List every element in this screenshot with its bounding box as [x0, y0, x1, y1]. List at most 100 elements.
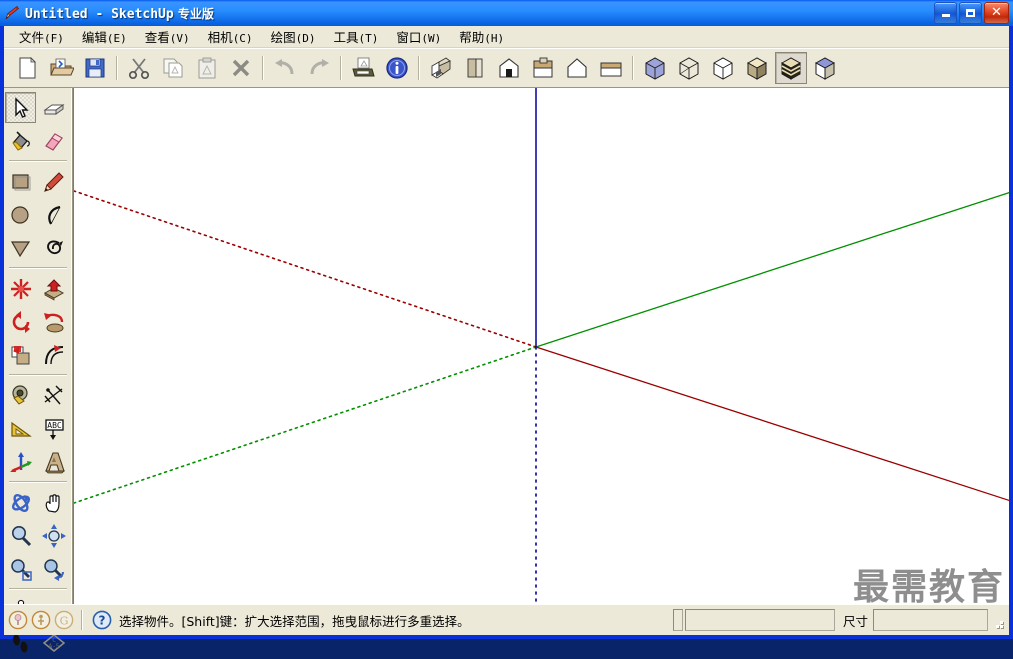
menu-bar: 文件(F) 编辑(E) 查看(V) 相机(C) 绘图(D) 工具(T) 窗口(W…	[4, 26, 1009, 48]
style-wireframe-button[interactable]	[673, 52, 705, 84]
line-tool-button[interactable]	[38, 166, 69, 197]
view-front-button[interactable]	[493, 52, 525, 84]
toolbar-separator	[9, 160, 67, 162]
paste-button[interactable]	[191, 52, 223, 84]
zoom-window-tool-button[interactable]	[5, 553, 36, 584]
save-button[interactable]	[79, 52, 111, 84]
svg-text:A-5: A-5	[48, 643, 59, 650]
offset-tool-button[interactable]	[38, 339, 69, 370]
svg-text:?: ?	[99, 614, 106, 628]
axes-tool-button[interactable]	[5, 446, 36, 477]
view-left-button[interactable]	[595, 52, 627, 84]
workspace: ABC C A-5 最需教育	[4, 88, 1009, 652]
follow-me-tool-button[interactable]	[38, 306, 69, 337]
menu-draw[interactable]: 绘图(D)	[262, 25, 325, 48]
zoom-tool-button[interactable]	[5, 520, 36, 551]
sketchup-pencil-icon	[4, 5, 20, 21]
orbit-tool-button[interactable]	[5, 487, 36, 518]
person-credits-icon[interactable]	[31, 610, 51, 630]
style-xray-button[interactable]	[639, 52, 671, 84]
style-textured-button[interactable]	[775, 51, 807, 84]
scale-tool-button[interactable]	[5, 339, 36, 370]
status-pane-1	[672, 609, 683, 631]
status-message: 选择物件。[Shift]键：扩大选择范围，拖曳鼠标进行多重选择。	[119, 613, 470, 629]
google-g-icon[interactable]: G	[54, 610, 74, 630]
window-title: Untitled - SketchUp 专业版	[25, 6, 214, 22]
window-controls: ✕	[934, 2, 1011, 24]
freehand-tool-button[interactable]	[38, 232, 69, 263]
arc-tool-button[interactable]	[38, 199, 69, 230]
pan-tool-button[interactable]	[38, 487, 69, 518]
svg-text:ABC: ABC	[47, 421, 62, 430]
protractor-tool-button[interactable]	[5, 413, 36, 444]
redo-button[interactable]	[303, 52, 335, 84]
red-axis-negative	[74, 190, 537, 348]
toolbar-separator	[9, 481, 67, 483]
maximize-button[interactable]	[959, 2, 982, 24]
model-viewport[interactable]: 最需教育	[74, 88, 1009, 604]
menu-edit[interactable]: 编辑(E)	[73, 25, 136, 48]
text-tool-button[interactable]: ABC	[38, 413, 69, 444]
new-document-button[interactable]	[11, 52, 43, 84]
copy-button[interactable]	[157, 52, 189, 84]
rotate-tool-button[interactable]	[5, 306, 36, 337]
dimension-tool-button[interactable]	[38, 380, 69, 411]
view-iso-button[interactable]	[425, 52, 457, 84]
menu-window[interactable]: 窗口(W)	[387, 25, 450, 48]
toolbar-separator	[418, 55, 420, 80]
green-axis-positive	[535, 191, 1009, 348]
resize-grip[interactable]	[991, 616, 1005, 630]
view-top-button[interactable]	[459, 52, 491, 84]
toolbar-separator	[632, 55, 634, 80]
model-info-button[interactable]	[381, 52, 413, 84]
status-separator	[81, 610, 83, 630]
move-tool-button[interactable]	[5, 273, 36, 304]
push-pull-tool-button[interactable]	[38, 273, 69, 304]
style-hiddenline-button[interactable]	[707, 52, 739, 84]
polygon-tool-button[interactable]	[5, 232, 36, 263]
menu-help[interactable]: 帮助(H)	[450, 25, 513, 48]
tool-group-modification	[4, 272, 72, 371]
close-icon: ✕	[991, 5, 1002, 20]
help-question-icon[interactable]: ?	[92, 610, 112, 630]
tape-measure-tool-button[interactable]	[5, 380, 36, 411]
menu-tools[interactable]: 工具(T)	[324, 25, 387, 48]
open-folder-button[interactable]	[45, 52, 77, 84]
view-back-button[interactable]	[561, 52, 593, 84]
minimize-icon	[941, 14, 950, 17]
previous-view-tool-button[interactable]	[38, 553, 69, 584]
close-button[interactable]: ✕	[984, 2, 1009, 24]
rectangle-tool-button[interactable]	[5, 166, 36, 197]
drawing-canvas[interactable]: 最需教育	[73, 88, 1009, 604]
style-monochrome-button[interactable]	[809, 52, 841, 84]
undo-button[interactable]	[269, 52, 301, 84]
view-right-button[interactable]	[527, 52, 559, 84]
menu-file[interactable]: 文件(F)	[10, 25, 73, 48]
select-tool-button[interactable]	[5, 92, 36, 123]
toolbar-separator	[340, 55, 342, 80]
delete-button[interactable]	[225, 52, 257, 84]
tool-group-principal	[4, 91, 72, 157]
minimize-button[interactable]	[934, 2, 957, 24]
toolbar-separator	[262, 55, 264, 80]
circle-tool-button[interactable]	[5, 199, 36, 230]
paint-bucket-tool-button[interactable]	[5, 125, 36, 156]
tool-group-construction: ABC	[4, 379, 72, 478]
zoom-extents-tool-button[interactable]	[38, 520, 69, 551]
measurement-area: 尺寸	[671, 609, 1009, 631]
measurement-input[interactable]	[873, 609, 988, 631]
make-component-tool-button[interactable]	[38, 92, 69, 123]
large-tool-set: ABC C A-5	[4, 88, 73, 652]
print-button[interactable]	[347, 52, 379, 84]
menu-camera[interactable]: 相机(C)	[199, 25, 262, 48]
title-bar[interactable]: Untitled - SketchUp 专业版 ✕	[0, 0, 1013, 26]
toolbar-separator	[9, 588, 67, 590]
sketchup-window: Untitled - SketchUp 专业版 ✕ 文件(F) 编辑(E) 查看…	[0, 0, 1013, 652]
3d-text-tool-button[interactable]	[38, 446, 69, 477]
cut-button[interactable]	[123, 52, 155, 84]
eraser-tool-button[interactable]	[38, 125, 69, 156]
status-pane-2	[684, 609, 835, 631]
style-shaded-button[interactable]	[741, 52, 773, 84]
menu-view[interactable]: 查看(V)	[136, 25, 199, 48]
geo-location-icon[interactable]	[8, 610, 28, 630]
